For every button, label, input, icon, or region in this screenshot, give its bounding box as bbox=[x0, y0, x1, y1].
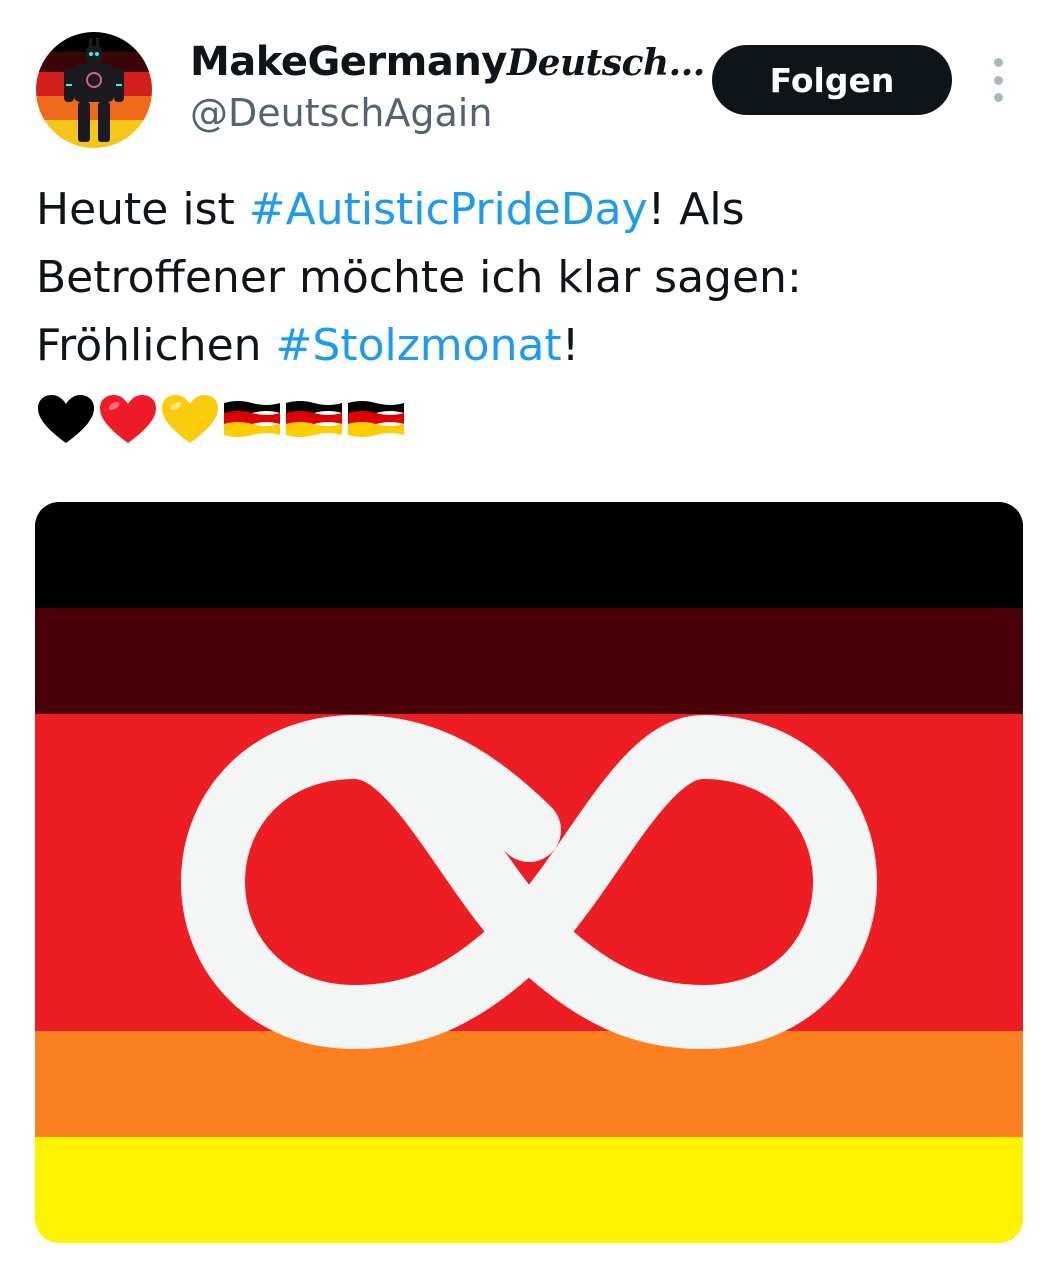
text-segment: ! Als bbox=[647, 184, 745, 235]
avatar[interactable] bbox=[36, 32, 152, 148]
hashtag-autisticprideday[interactable]: #AutisticPrideDay bbox=[249, 184, 648, 235]
display-name-tail: Deutsch... bbox=[506, 42, 705, 84]
infinity-symbol-icon bbox=[181, 715, 877, 1049]
emoji-row bbox=[36, 392, 408, 446]
dot bbox=[993, 75, 1003, 85]
hashtag-stolzmonat[interactable]: #Stolzmonat bbox=[276, 320, 562, 371]
black-heart-icon bbox=[38, 395, 94, 443]
yellow-heart-icon bbox=[162, 395, 218, 443]
red-heart-icon bbox=[100, 395, 156, 443]
tweet-image[interactable] bbox=[35, 502, 1023, 1243]
author-names[interactable]: MakeGermanyDeutsch... @DeutschAgain bbox=[190, 38, 705, 137]
tweet-text: Heute ist #AutisticPrideDay! Als Betroff… bbox=[36, 176, 1026, 380]
more-options-icon[interactable] bbox=[984, 58, 1012, 102]
text-segment: ! bbox=[561, 320, 580, 371]
follow-button[interactable]: Folgen bbox=[712, 45, 952, 115]
germany-flag-icon bbox=[224, 401, 280, 437]
handle[interactable]: @DeutschAgain bbox=[190, 89, 705, 137]
tweet: MakeGermanyDeutsch... @DeutschAgain Folg… bbox=[0, 0, 1058, 1280]
display-name[interactable]: MakeGermanyDeutsch... bbox=[190, 38, 705, 87]
text-segment: Betroffener möchte ich klar sagen: bbox=[36, 252, 802, 303]
display-name-main: MakeGermany bbox=[190, 39, 507, 85]
germany-flag-icon bbox=[348, 401, 404, 437]
dot bbox=[993, 58, 1003, 67]
germany-flag-icon bbox=[286, 401, 342, 437]
text-segment: Fröhlichen bbox=[36, 320, 276, 371]
text-segment: Heute ist bbox=[36, 184, 249, 235]
dot bbox=[993, 93, 1003, 102]
